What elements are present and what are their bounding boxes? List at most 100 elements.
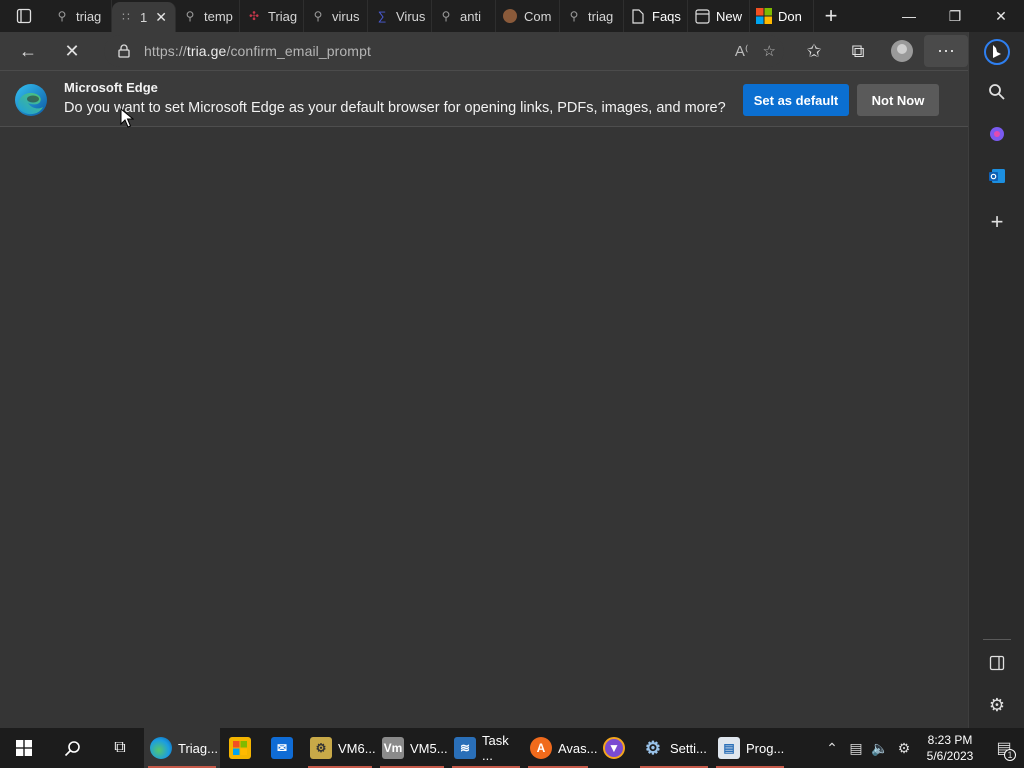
stop-loading-button[interactable]: ✕ — [54, 35, 90, 67]
start-button[interactable] — [0, 728, 48, 768]
default-browser-infobar: Microsoft Edge Do you want to set Micros… — [0, 70, 968, 127]
outlook-sidebar-button[interactable] — [979, 158, 1015, 194]
favorites-icon: ✩ — [806, 40, 822, 61]
search-icon: ⚲ — [313, 9, 323, 23]
more-icon: ⋯ — [937, 40, 955, 61]
restore-icon: ❐ — [948, 7, 962, 24]
taskbar-app-vm6[interactable]: ⚙ VM6... — [304, 728, 376, 768]
tray-settings-button[interactable]: ⚙ — [892, 728, 916, 768]
sidebar-panel-icon — [989, 655, 1005, 671]
infobar-title: Microsoft Edge — [64, 80, 158, 95]
browser-toolbar: ← ✕ https://tria.ge/confirm_email_prompt… — [0, 32, 968, 70]
tab-triage[interactable]: ✣ Triag — [240, 0, 304, 32]
clock[interactable]: 8:23 PM 5/6/2023 — [916, 732, 984, 764]
mail-icon: ✉ — [271, 737, 293, 759]
minimize-icon: — — [902, 8, 916, 24]
address-bar[interactable]: https://tria.ge/confirm_email_prompt A⁽ … — [104, 35, 784, 67]
url-path: /confirm_email_prompt — [226, 43, 371, 59]
close-window-button[interactable]: ✕ — [978, 0, 1024, 32]
taskbar-app-task-manager[interactable]: ≋ Task ... — [448, 728, 524, 768]
close-tab-icon[interactable]: ✕ — [155, 9, 167, 26]
taskbar-app-label: VM5... — [410, 740, 448, 756]
taskbar-app-avast[interactable]: A Avas... — [524, 728, 598, 768]
tab-active[interactable]: ∷ 1 ✕ — [112, 2, 176, 32]
tab-com[interactable]: Com — [496, 0, 560, 32]
show-hidden-icons-button[interactable]: ⌃ — [820, 728, 844, 768]
search-icon — [989, 84, 1005, 100]
taskbar-app-programs[interactable]: ▤ Prog... — [712, 728, 788, 768]
infobar-message: Do you want to set Microsoft Edge as you… — [64, 100, 726, 116]
search-icon: ⚲ — [57, 9, 67, 23]
task-view-button[interactable]: ⧉ — [96, 728, 144, 768]
taskbar-app-label: VM6... — [338, 740, 376, 756]
shopping-sidebar-button[interactable] — [979, 116, 1015, 152]
plus-icon: + — [990, 209, 1004, 234]
settings-more-button[interactable]: ⋯ — [924, 35, 968, 67]
taskbar-app-vm5[interactable]: Vm VM5... — [376, 728, 448, 768]
vmware-icon: Vm — [382, 737, 404, 759]
add-favorite-icon[interactable]: ☆ — [763, 42, 776, 60]
hide-sidebar-button[interactable] — [979, 645, 1015, 681]
clock-date: 5/6/2023 — [926, 749, 974, 763]
search-sidebar-button[interactable] — [979, 74, 1015, 110]
taskbar-app-settings[interactable]: ⚙ Setti... — [636, 728, 712, 768]
not-now-button[interactable]: Not Now — [857, 84, 939, 116]
tab-anti[interactable]: ⚲ anti — [432, 0, 496, 32]
set-as-default-button[interactable]: Set as default — [743, 84, 849, 116]
tab-actions-button[interactable] — [0, 0, 48, 32]
taskbar-app-mail[interactable]: ✉ — [260, 728, 304, 768]
address-bar-actions: A⁽ ☆ — [735, 35, 776, 67]
tab-triag-1[interactable]: ⚲ triag — [48, 0, 112, 32]
network-button[interactable]: ▤ — [844, 728, 868, 768]
volume-button[interactable]: 🔈 — [868, 728, 892, 768]
plus-icon: + — [824, 3, 838, 28]
taskbar-search-button[interactable] — [48, 728, 96, 768]
taskbar-app-edge[interactable]: Triag... — [144, 728, 220, 768]
vm-icon: ⚙ — [310, 737, 332, 759]
bing-icon — [984, 39, 1010, 65]
search-icon: ⚲ — [441, 9, 451, 23]
page-content — [0, 128, 968, 728]
url-host: tria.ge — [186, 43, 227, 59]
tab-triag-2[interactable]: ⚲ triag — [560, 0, 624, 32]
add-sidebar-app-button[interactable]: + — [979, 204, 1015, 240]
tab-temp[interactable]: ⚲ temp — [176, 0, 240, 32]
minimize-button[interactable]: — — [886, 0, 932, 32]
virustotal-icon: ∑ — [377, 9, 387, 23]
collections-icon: ⧉ — [851, 40, 865, 61]
site-icon — [502, 8, 518, 24]
restore-button[interactable]: ❐ — [932, 0, 978, 32]
favorites-button[interactable]: ✩ — [792, 35, 836, 67]
back-button[interactable]: ← — [10, 35, 46, 67]
gear-icon: ⚙ — [897, 739, 911, 756]
close-icon: ✕ — [64, 40, 80, 61]
search-icon: ⚲ — [185, 9, 195, 23]
url-text[interactable]: https://tria.ge/confirm_email_prompt — [144, 43, 371, 59]
taskbar-app-store[interactable] — [220, 728, 260, 768]
windows-taskbar: ⧉ Triag... ✉ ⚙ VM6... Vm VM5... ≋ Task .… — [0, 728, 1024, 768]
lock-icon[interactable] — [104, 44, 144, 58]
close-icon: ✕ — [995, 7, 1007, 24]
tab-bar: ⚲ triag ∷ 1 ✕ ⚲ temp ✣ Triag ⚲ virus ∑ V… — [0, 0, 1024, 32]
sidebar-settings-button[interactable]: ⚙ — [979, 687, 1015, 723]
tab-actions-icon — [16, 8, 32, 24]
taskbar-app-label: Setti... — [670, 740, 707, 756]
new-tab-button[interactable]: + — [814, 0, 848, 32]
tab-faqs[interactable]: Faqs — [624, 0, 688, 32]
avast-icon: A — [530, 737, 552, 759]
collections-button[interactable]: ⧉ — [836, 35, 880, 67]
url-prefix: https:// — [144, 43, 187, 59]
tab-don[interactable]: Don — [750, 0, 814, 32]
microsoft-icon — [756, 8, 772, 24]
tab-virustotal[interactable]: ∑ Virus — [368, 0, 432, 32]
tab-new[interactable]: New — [688, 0, 750, 32]
loading-icon: ∷ — [122, 10, 130, 24]
bing-chat-button[interactable] — [979, 34, 1015, 70]
taskbar-app-shield[interactable]: ▼ — [592, 728, 636, 768]
notifications-button[interactable]: ▤ 1 — [984, 728, 1024, 768]
programs-icon: ▤ — [718, 737, 740, 759]
profile-button[interactable] — [880, 35, 924, 67]
tab-virus-search[interactable]: ⚲ virus — [304, 0, 368, 32]
read-aloud-icon[interactable]: A⁽ — [735, 42, 749, 60]
taskbar-app-label: Triag... — [178, 740, 218, 756]
